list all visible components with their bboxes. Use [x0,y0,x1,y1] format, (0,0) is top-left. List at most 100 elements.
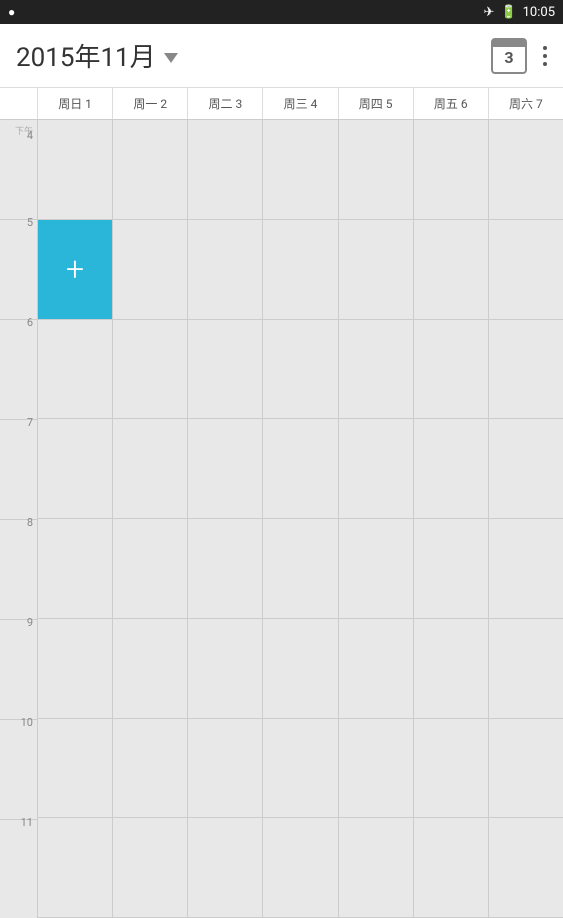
app-header: 2015年11月 3 [0,24,563,88]
dow-sunday: 周日 1 [38,88,113,119]
sun-row3[interactable] [38,320,112,420]
time-label-11: 11 [21,817,33,828]
mon-row2[interactable] [113,220,187,320]
tue-row8[interactable] [188,818,262,918]
dow-saturday: 周六 7 [489,88,563,119]
status-left: ● [8,5,15,19]
day-col-monday [113,120,188,918]
thu-row1[interactable] [339,120,413,220]
day-col-saturday [489,120,563,918]
wed-row2[interactable] [263,220,337,320]
sat-row8[interactable] [489,818,563,918]
time-slot-6: 6 [0,320,37,420]
thu-row4[interactable] [339,419,413,519]
airplane-icon: ✈ [484,5,495,20]
fri-row3[interactable] [414,320,488,420]
calendar-day-button[interactable]: 3 [491,38,527,74]
mon-row5[interactable] [113,519,187,619]
time-slot-4: 下午 4 [0,120,37,220]
wifi-icon: ● [8,5,15,19]
tue-row6[interactable] [188,619,262,719]
time-slot-8: 8 [0,520,37,620]
thu-row8[interactable] [339,818,413,918]
tue-row1[interactable] [188,120,262,220]
sat-row1[interactable] [489,120,563,220]
tue-row5[interactable] [188,519,262,619]
mon-row3[interactable] [113,320,187,420]
fri-row6[interactable] [414,619,488,719]
day-col-wednesday [263,120,338,918]
day-col-sunday: + [38,120,113,918]
month-title[interactable]: 2015年11月 [16,37,491,74]
mon-row7[interactable] [113,719,187,819]
mon-row8[interactable] [113,818,187,918]
sat-row2[interactable] [489,220,563,320]
dow-spacer [0,88,38,119]
sat-row6[interactable] [489,619,563,719]
battery-icon: 🔋 [500,5,516,20]
header-actions: 3 [491,38,547,74]
sun-row5[interactable] [38,519,112,619]
sun-row8[interactable] [38,818,112,918]
wed-row5[interactable] [263,519,337,619]
sat-row3[interactable] [489,320,563,420]
fri-row5[interactable] [414,519,488,619]
wed-row6[interactable] [263,619,337,719]
fri-row7[interactable] [414,719,488,819]
sat-row4[interactable] [489,419,563,519]
plus-icon: + [66,253,84,285]
dow-friday: 周五 6 [414,88,489,119]
wed-row7[interactable] [263,719,337,819]
day-col-thursday [339,120,414,918]
dropdown-arrow-icon [164,53,178,63]
more-options-button[interactable] [543,46,547,66]
time-label-4: 4 [27,130,33,141]
more-dot-3 [543,62,547,66]
fri-row1[interactable] [414,120,488,220]
sun-row7[interactable] [38,719,112,819]
mon-row4[interactable] [113,419,187,519]
sun-row4[interactable] [38,419,112,519]
calendar-grid-container: 下午 4 5 6 7 8 9 10 11 [0,120,563,918]
time-label-8: 8 [27,517,33,528]
calendar-day-number: 3 [504,50,513,66]
sun-row6[interactable] [38,619,112,719]
fri-row4[interactable] [414,419,488,519]
time-label-9: 9 [27,617,33,628]
sat-row5[interactable] [489,519,563,619]
time-slot-11: 11 [0,820,37,918]
dow-wednesday: 周三 4 [263,88,338,119]
wed-row3[interactable] [263,320,337,420]
fri-row8[interactable] [414,818,488,918]
tue-row2[interactable] [188,220,262,320]
sat-row7[interactable] [489,719,563,819]
wed-row1[interactable] [263,120,337,220]
tue-row7[interactable] [188,719,262,819]
mon-row1[interactable] [113,120,187,220]
add-event-button[interactable]: + [38,220,112,320]
time-label-10: 10 [21,717,33,728]
dow-header: 周日 1 周一 2 周二 3 周三 4 周四 5 周五 6 周六 7 [0,88,563,120]
more-dot-2 [543,54,547,58]
dow-monday: 周一 2 [113,88,188,119]
day-col-tuesday [188,120,263,918]
thu-row3[interactable] [339,320,413,420]
time-slot-9: 9 [0,620,37,720]
month-year-label: 2015年11月 [16,37,156,74]
thu-row6[interactable] [339,619,413,719]
time-label-6: 6 [27,317,33,328]
thu-row5[interactable] [339,519,413,619]
time-column: 下午 4 5 6 7 8 9 10 11 [0,120,38,918]
dow-tuesday: 周二 3 [188,88,263,119]
sun-row1[interactable] [38,120,112,220]
wed-row8[interactable] [263,818,337,918]
wed-row4[interactable] [263,419,337,519]
thu-row7[interactable] [339,719,413,819]
fri-row2[interactable] [414,220,488,320]
time-label-7: 7 [27,417,33,428]
dow-thursday: 周四 5 [339,88,414,119]
mon-row6[interactable] [113,619,187,719]
thu-row2[interactable] [339,220,413,320]
tue-row3[interactable] [188,320,262,420]
tue-row4[interactable] [188,419,262,519]
